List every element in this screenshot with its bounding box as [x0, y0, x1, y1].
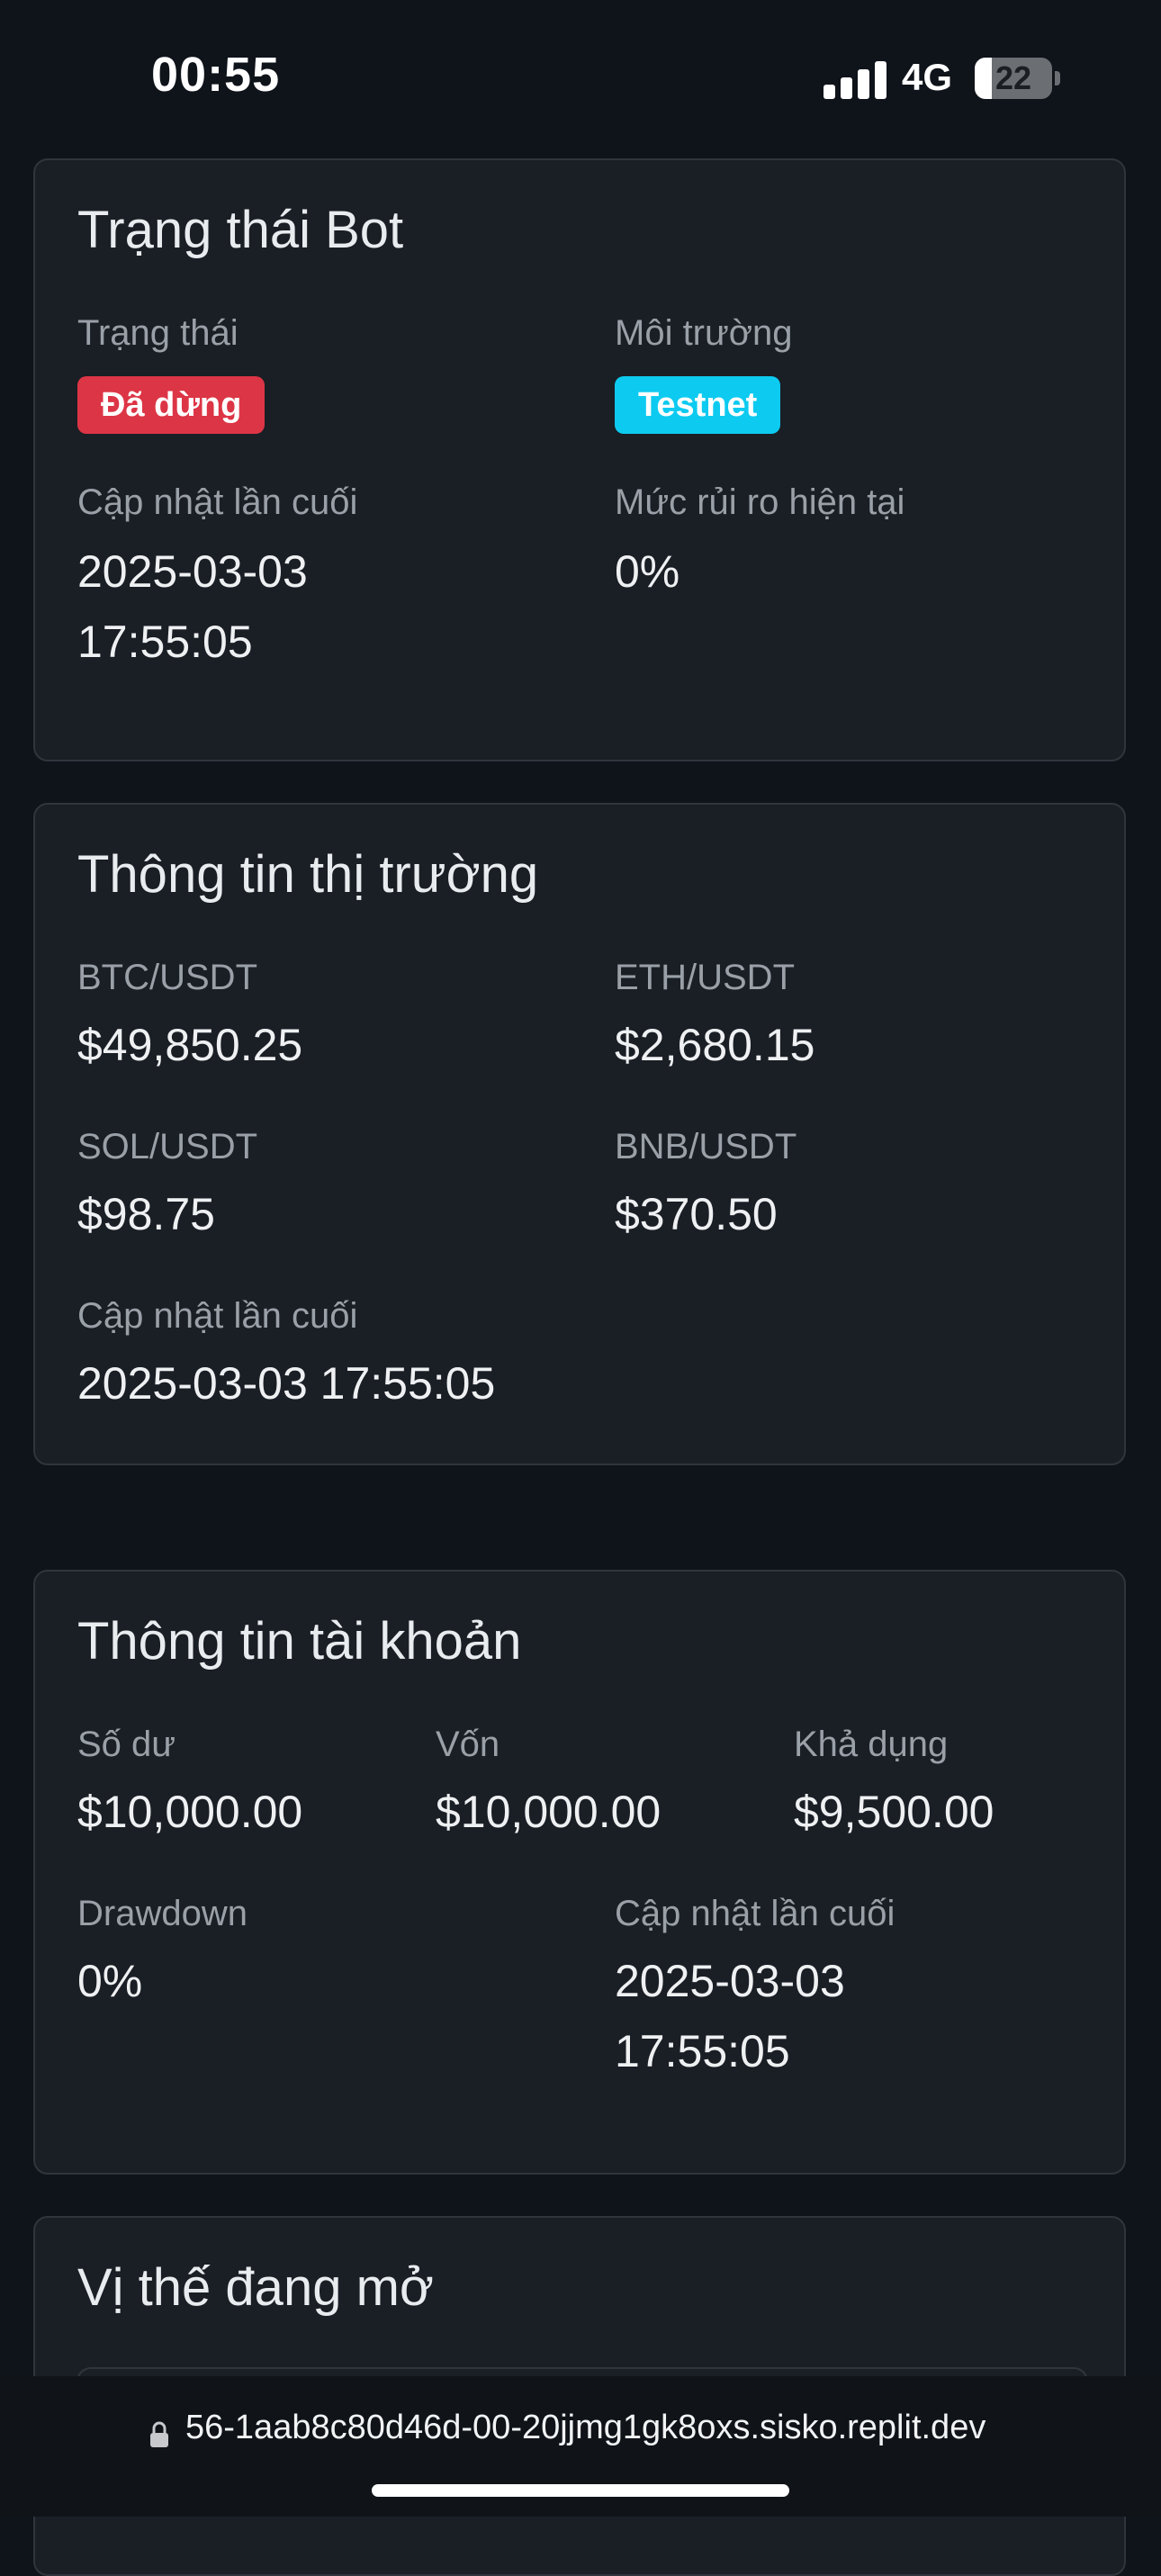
last-updated-label: Cập nhật lần cuối — [615, 1894, 896, 1933]
equity-label: Vốn — [436, 1725, 500, 1764]
available-label: Khả dụng — [794, 1725, 949, 1764]
last-updated-date: 2025-03-03 — [615, 1956, 845, 2006]
available-value: $9,500.00 — [794, 1787, 994, 1837]
battery-tip — [1055, 71, 1060, 86]
card-title: Vị thế đang mở — [77, 2258, 434, 2317]
url-text[interactable]: 56-1aab8c80d46d-00-20jjmg1gk8oxs.sisko.r… — [185, 2409, 986, 2447]
environment-label: Môi trường — [615, 313, 793, 353]
equity-value: $10,000.00 — [436, 1787, 662, 1837]
pair-symbol: ETH/USDT — [615, 958, 795, 997]
network-type: 4G — [902, 56, 953, 98]
lock-icon — [150, 2421, 168, 2447]
pair-price: $2,680.15 — [615, 1020, 815, 1070]
status-label: Trạng thái — [77, 313, 238, 353]
last-updated-value: 2025-03-03 17:55:05 — [77, 1358, 496, 1409]
cellular-signal-icon — [824, 59, 886, 99]
home-indicator[interactable] — [372, 2484, 789, 2497]
card-title: Trạng thái Bot — [77, 201, 404, 259]
last-updated-label: Cập nhật lần cuối — [77, 1296, 358, 1336]
risk-value: 0% — [615, 546, 680, 597]
last-updated-date: 2025-03-03 — [77, 546, 308, 597]
market-info-card: Thông tin thị trường BTC/USDT $49,850.25… — [33, 803, 1126, 1465]
pair-symbol: SOL/USDT — [77, 1127, 258, 1166]
last-updated-label: Cập nhật lần cuối — [77, 482, 358, 522]
account-info-card: Thông tin tài khoản Số dư $10,000.00 Vốn… — [33, 1570, 1126, 2175]
last-updated-time: 17:55:05 — [615, 2026, 790, 2076]
pair-symbol: BTC/USDT — [77, 958, 257, 997]
balance-label: Số dư — [77, 1725, 176, 1764]
card-title: Thông tin thị trường — [77, 845, 539, 904]
battery-percent: 22 — [994, 59, 1032, 96]
balance-value: $10,000.00 — [77, 1787, 303, 1837]
clock: 00:55 — [151, 48, 281, 102]
status-badge: Đã dừng — [77, 376, 266, 434]
last-updated-time: 17:55:05 — [77, 617, 253, 667]
drawdown-value: 0% — [77, 1956, 143, 2006]
pair-price: $98.75 — [77, 1189, 215, 1239]
drawdown-label: Drawdown — [77, 1894, 248, 1933]
environment-badge: Testnet — [615, 376, 781, 434]
pair-symbol: BNB/USDT — [615, 1127, 797, 1166]
pair-price: $370.50 — [615, 1189, 778, 1239]
status-bar: 00:55 4G 22 — [0, 0, 1161, 153]
card-title: Thông tin tài khoản — [77, 1612, 522, 1671]
battery-icon: 22 — [975, 58, 1052, 99]
bot-status-card: Trạng thái Bot Trạng thái Đã dừng Môi tr… — [33, 158, 1126, 761]
pair-price: $49,850.25 — [77, 1020, 303, 1070]
risk-label: Mức rủi ro hiện tại — [615, 482, 905, 522]
